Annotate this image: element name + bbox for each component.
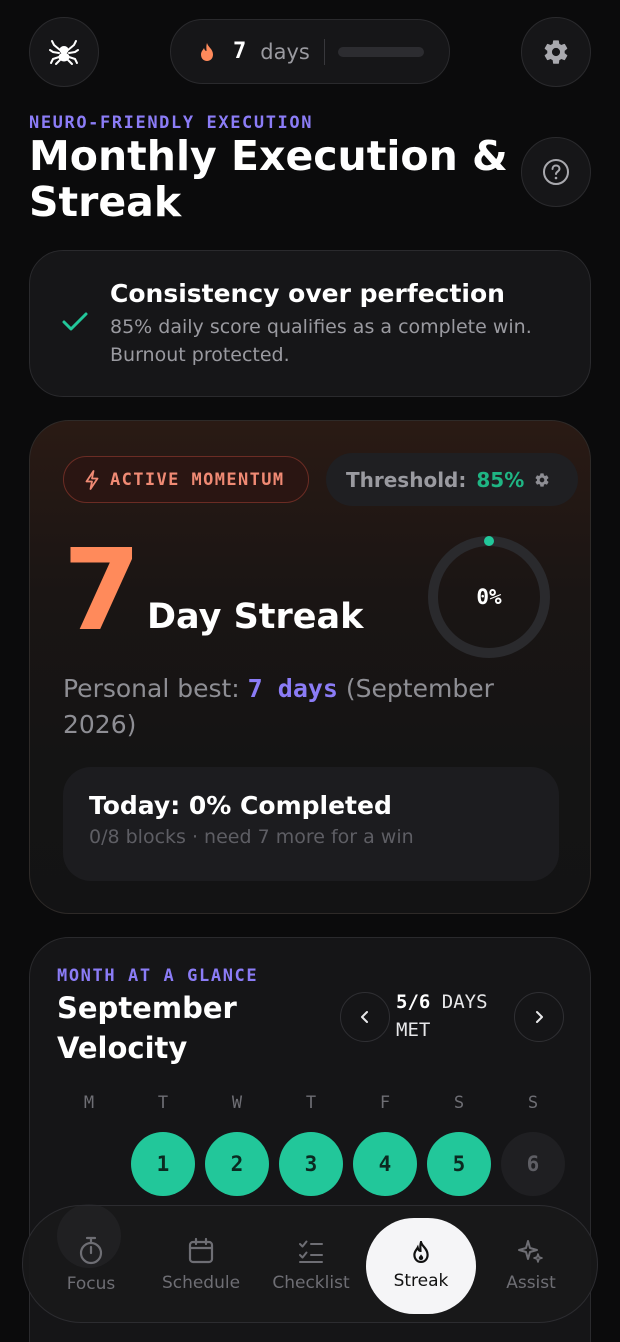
- nav-label: Focus: [66, 1274, 116, 1294]
- streak-number: 7: [63, 526, 141, 656]
- weekday-label: S: [527, 1093, 539, 1113]
- check-icon: [62, 312, 88, 331]
- prev-month-button[interactable]: [340, 992, 390, 1042]
- threshold-value: 85%: [476, 467, 525, 492]
- calendar-day[interactable]: 3: [279, 1132, 343, 1196]
- weekday-label: F: [379, 1093, 391, 1113]
- sparkle-icon: [518, 1240, 543, 1263]
- chevron-left-icon: [361, 1011, 368, 1023]
- chevron-right-icon: [536, 1011, 543, 1023]
- nav-label: Streak: [393, 1271, 449, 1291]
- flame-icon: [199, 42, 215, 62]
- logo-button[interactable]: [29, 17, 99, 87]
- ring-percentage: 0%: [476, 585, 502, 609]
- info-description: 85% daily score qualifies as a complete …: [110, 316, 532, 366]
- page-title: Monthly Execution & Streak: [29, 132, 508, 226]
- personal-best-prefix: Personal best:: [63, 674, 248, 703]
- calendar-day[interactable]: 4: [353, 1132, 417, 1196]
- weekday-label: S: [453, 1093, 465, 1113]
- consistency-info-card: Consistency over perfection 85% daily sc…: [29, 250, 591, 397]
- month-eyebrow: MONTH AT A GLANCE: [57, 966, 259, 986]
- gear-icon: [544, 40, 568, 64]
- weekday-label: T: [305, 1093, 317, 1113]
- personal-best: Personal best: 7 days (September 2026): [63, 671, 543, 743]
- calendar-day[interactable]: 6: [501, 1132, 565, 1196]
- nav-item-checklist[interactable]: Checklist: [256, 1206, 366, 1324]
- streak-pill[interactable]: 7 days: [170, 19, 450, 84]
- today-summary: Today: 0% Completed 0/8 blocks · need 7 …: [63, 767, 559, 881]
- spider-icon: [49, 40, 79, 65]
- calendar-day[interactable]: 2: [205, 1132, 269, 1196]
- days-met-summary: 5/6 DAYS MET: [396, 988, 516, 1044]
- threshold-badge[interactable]: Threshold: 85%: [326, 453, 578, 506]
- nav-label: Checklist: [272, 1273, 350, 1293]
- nav-item-assist[interactable]: Assist: [476, 1206, 586, 1324]
- nav-label: Schedule: [161, 1273, 241, 1293]
- nav-label: Assist: [506, 1273, 556, 1293]
- weekday-label: W: [231, 1093, 243, 1113]
- stopwatch-icon: [79, 1236, 103, 1265]
- calendar-icon: [188, 1237, 214, 1264]
- personal-best-value: 7 days: [247, 674, 338, 703]
- streak-count: 7: [233, 39, 247, 64]
- today-title: Today: 0% Completed: [89, 791, 392, 820]
- settings-button[interactable]: [521, 17, 591, 87]
- momentum-badge-label: ACTIVE MOMENTUM: [110, 469, 285, 490]
- calendar-day[interactable]: 5: [427, 1132, 491, 1196]
- flame-icon: [413, 1241, 429, 1263]
- active-momentum-badge: ACTIVE MOMENTUM: [63, 456, 309, 503]
- gear-icon: [535, 472, 549, 487]
- streak-unit: days: [260, 39, 310, 64]
- page-eyebrow: NEURO-FRIENDLY EXECUTION: [29, 113, 314, 133]
- weekday-label: M: [83, 1093, 95, 1113]
- nav-item-focus[interactable]: Focus: [36, 1206, 146, 1324]
- checklist-icon: [299, 1240, 323, 1263]
- nav-item-streak[interactable]: Streak: [366, 1218, 476, 1314]
- pill-divider: [323, 38, 325, 65]
- weekday-label: T: [157, 1093, 169, 1113]
- days-met-count: 5/6: [396, 991, 431, 1013]
- info-title: Consistency over perfection: [110, 279, 505, 308]
- threshold-label: Threshold:: [346, 467, 467, 492]
- streak-label: Day Streak: [147, 597, 364, 637]
- calendar-day[interactable]: 1: [131, 1132, 195, 1196]
- today-subtitle: 0/8 blocks · need 7 more for a win: [89, 826, 414, 848]
- lightning-icon: [85, 469, 99, 490]
- month-title: September Velocity: [57, 991, 237, 1065]
- question-icon: [543, 159, 569, 185]
- streak-progress-bar: [337, 46, 424, 57]
- momentum-card: ACTIVE MOMENTUM Threshold: 85% 7 Day Str…: [29, 420, 591, 914]
- next-month-button[interactable]: [514, 992, 564, 1042]
- bottom-navigation: Focus Schedule Checklist Streak Assist: [22, 1204, 598, 1324]
- nav-item-schedule[interactable]: Schedule: [146, 1206, 256, 1324]
- help-button[interactable]: [521, 137, 591, 207]
